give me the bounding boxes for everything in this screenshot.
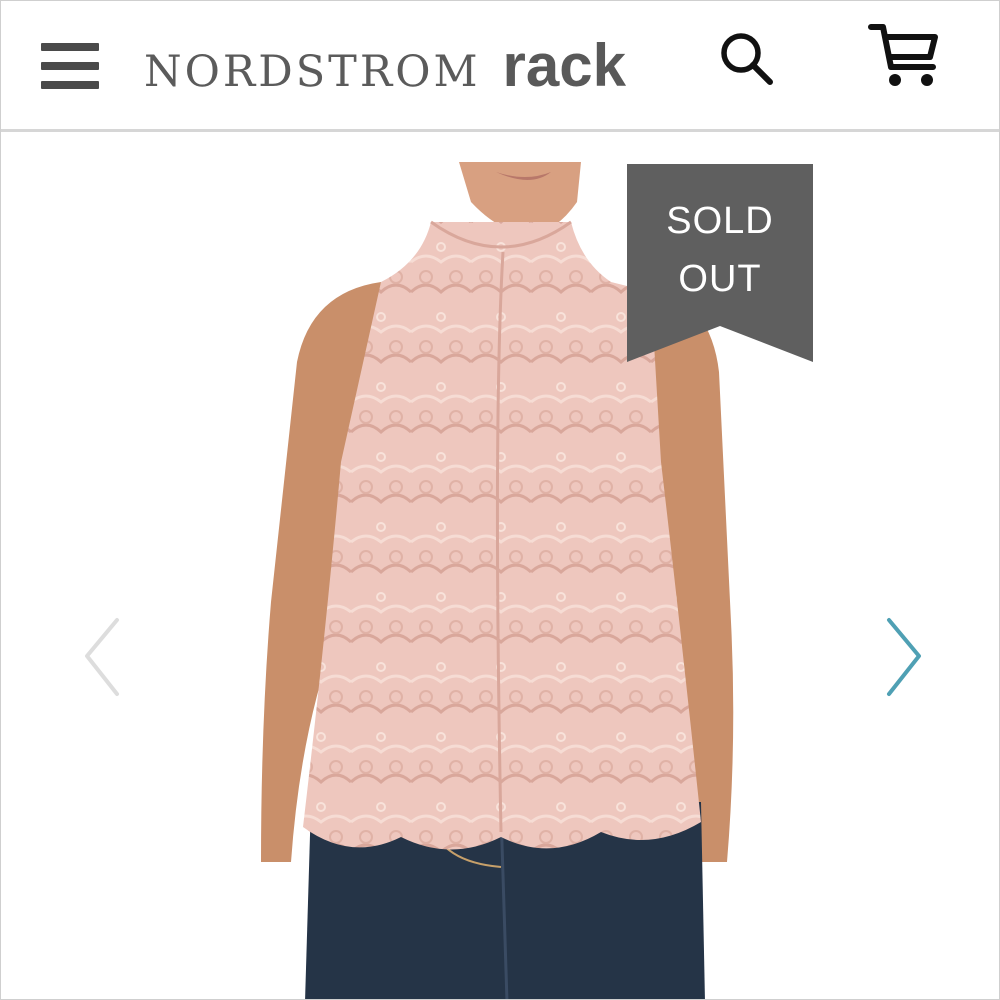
site-header: NORDSTROM rack (1, 1, 999, 132)
menu-bar (41, 81, 99, 89)
carousel-prev-button[interactable] (79, 614, 129, 704)
hamburger-menu-icon[interactable] (41, 41, 101, 91)
sold-out-badge: SOLD OUT (627, 164, 813, 362)
search-icon[interactable] (717, 29, 777, 89)
brand-secondary: rack (502, 32, 626, 99)
brand-primary: NORDSTROM (144, 47, 481, 97)
sold-out-line1: SOLD (666, 200, 774, 242)
product-image-carousel[interactable] (1, 132, 999, 999)
carousel-next-button[interactable] (879, 614, 929, 704)
chevron-left-icon (85, 618, 119, 696)
sold-out-line2: OUT (678, 258, 762, 300)
app-frame: NORDSTROM rack SOLD OUT (0, 0, 1000, 1000)
menu-bar (41, 62, 99, 70)
shopping-cart-icon[interactable] (867, 19, 943, 91)
sold-out-label: SOLD OUT (627, 192, 813, 308)
brand-logo[interactable]: NORDSTROM rack (144, 31, 626, 101)
menu-bar (41, 43, 99, 51)
chevron-right-icon (887, 618, 921, 696)
